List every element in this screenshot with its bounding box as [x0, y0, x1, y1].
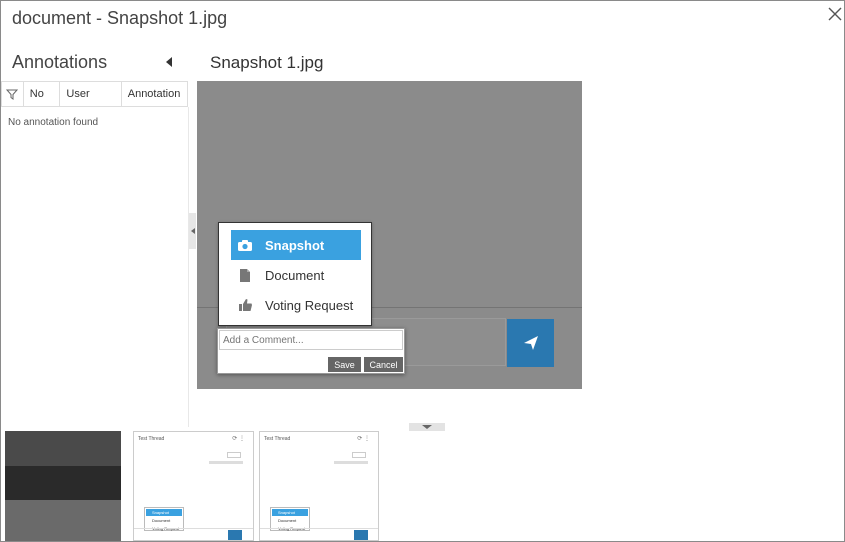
empty-annotations-message: No annotation found — [8, 117, 99, 128]
menu-item-snapshot[interactable]: Snapshot — [231, 230, 361, 260]
column-header-user[interactable]: User — [60, 82, 122, 106]
filter-column[interactable] — [2, 82, 24, 106]
thumbs-up-icon — [231, 298, 259, 312]
thumbnail-toolbar-icons: ⟳ ⋮ — [357, 436, 370, 442]
close-icon[interactable] — [827, 6, 843, 22]
thumbnail-menu-item: Snapshot — [146, 509, 182, 516]
send-icon — [523, 336, 538, 350]
filter-icon[interactable] — [6, 89, 19, 100]
attachment-menu: Snapshot Document Voting Request — [218, 222, 372, 326]
thumbnail-image-region — [5, 500, 121, 541]
side-panel-toggle[interactable] — [189, 213, 196, 249]
menu-label-document: Document — [265, 267, 325, 283]
thumbnail-toolbar-icons: ⟳ ⋮ — [232, 436, 245, 442]
image-send-button — [507, 319, 554, 367]
save-button[interactable]: Save — [328, 357, 361, 372]
thumbnail-send-button — [354, 530, 368, 540]
thumbnail-menu-item: Snapshot — [272, 509, 308, 516]
panel-divider — [188, 107, 189, 427]
window-title: document - Snapshot 1.jpg — [12, 8, 228, 28]
comment-box: Save Cancel — [217, 328, 405, 374]
thumbnail-3[interactable]: Test Thread ⟳ ⋮ Snapshot Document Voting… — [259, 431, 379, 541]
expand-thumbnails-toggle[interactable] — [409, 423, 445, 431]
menu-label-voting-request: Voting Request — [265, 297, 354, 313]
annotations-table-header: No User Annotation — [1, 81, 188, 107]
document-icon — [231, 268, 259, 283]
snapshot-title: Snapshot 1.jpg — [210, 53, 324, 72]
thumbnail-image-region — [5, 431, 121, 466]
thumbnail-header: Test Thread — [138, 436, 165, 442]
thumbnail-1[interactable] — [5, 431, 121, 541]
thumbnail-divider — [134, 528, 253, 529]
chevron-down-icon — [422, 425, 432, 429]
column-header-annotation[interactable]: Annotation — [122, 82, 187, 106]
chevron-left-icon — [190, 228, 195, 234]
thumbnail-menu-item: Document — [152, 518, 171, 523]
thumbnail-header: Test Thread — [264, 436, 291, 442]
thumbnail-divider — [260, 528, 378, 529]
thumbnail-2[interactable]: Test Thread ⟳ ⋮ Snapshot Document Voting… — [133, 431, 254, 541]
menu-item-document[interactable]: Document — [231, 260, 361, 290]
annotations-title: Annotations — [12, 52, 108, 72]
camera-icon — [231, 239, 259, 252]
cancel-button[interactable]: Cancel — [364, 357, 403, 372]
thumbnail-menu-item: Document — [278, 518, 297, 523]
thumbnail-message-bubble — [227, 452, 241, 458]
thumbnail-message-meta — [209, 461, 243, 464]
menu-label-snapshot: Snapshot — [265, 237, 325, 253]
thumbnail-image-region — [5, 466, 121, 500]
comment-input[interactable] — [219, 330, 403, 350]
thumbnail-message-meta — [334, 461, 368, 464]
thumbnail-send-button — [228, 530, 242, 540]
column-header-no[interactable]: No — [24, 82, 61, 106]
collapse-panel-icon[interactable] — [166, 57, 172, 67]
thumbnail-message-bubble — [352, 452, 366, 458]
menu-item-voting-request[interactable]: Voting Request — [231, 290, 361, 320]
